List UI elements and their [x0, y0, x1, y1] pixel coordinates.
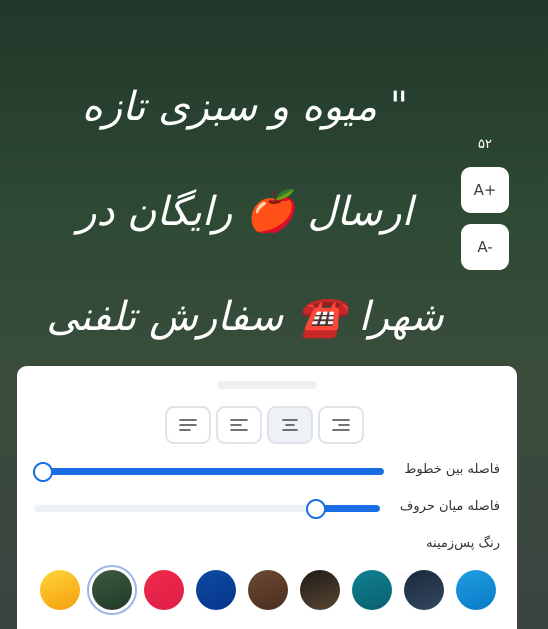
drag-handle[interactable] [217, 381, 317, 389]
line-spacing-track[interactable] [34, 468, 384, 475]
font-size-value: ۵۲ [478, 137, 492, 152]
align-left-button[interactable] [165, 406, 211, 444]
line-spacing-thumb[interactable] [33, 462, 53, 482]
swatch-red[interactable] [144, 570, 184, 610]
decrease-font-button[interactable]: A- [461, 224, 509, 270]
swatch-brown[interactable] [248, 570, 288, 610]
letter-spacing-label: فاصله میان حروف [399, 499, 500, 514]
background-color-label: رنگ پس‌زمینه [426, 536, 500, 551]
letter-spacing-thumb[interactable] [306, 499, 326, 519]
align-center-button[interactable] [267, 406, 313, 444]
swatch-teal[interactable] [352, 570, 392, 610]
swatch-dark-slate[interactable] [404, 570, 444, 610]
increase-font-button[interactable]: A+ [461, 167, 509, 213]
align-right-icon [332, 419, 350, 431]
background-swatches [40, 570, 496, 610]
letter-spacing-track[interactable] [34, 505, 380, 512]
settings-panel: فاصله بین خطوط فاصله میان حروف رنگ پس‌زم… [17, 366, 517, 629]
align-start-icon [230, 419, 248, 431]
align-right-button[interactable] [318, 406, 364, 444]
line-spacing-label: فاصله بین خطوط [404, 462, 500, 477]
swatch-navy[interactable] [196, 570, 236, 610]
swatch-dark-green[interactable] [92, 570, 132, 610]
swatch-sky-blue[interactable] [456, 570, 496, 610]
align-start-button[interactable] [216, 406, 262, 444]
align-left-icon [179, 419, 197, 431]
swatch-dark-brown[interactable] [300, 570, 340, 610]
align-center-icon [282, 419, 298, 431]
swatch-yellow[interactable] [40, 570, 80, 610]
alignment-group [165, 406, 364, 444]
